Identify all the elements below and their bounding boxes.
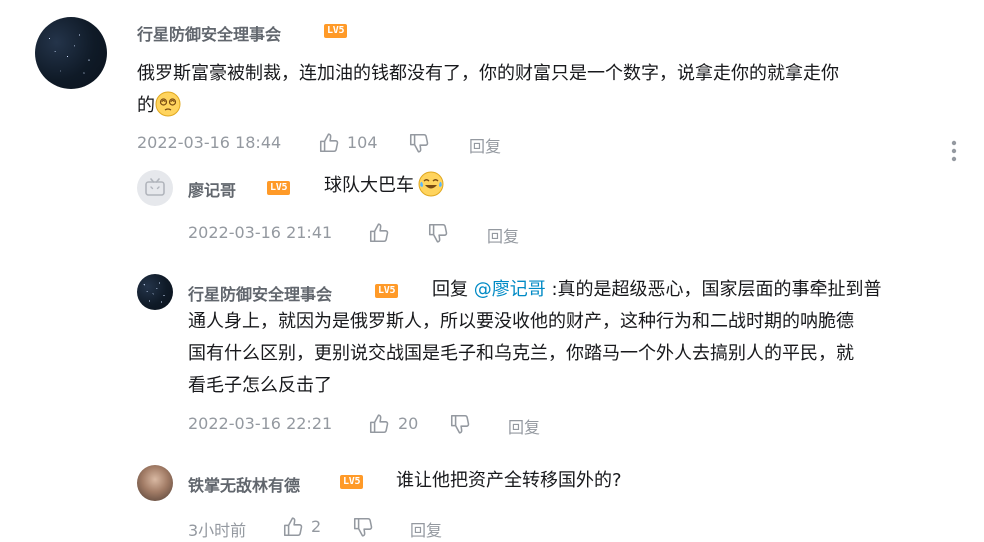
thumbs-down-icon[interactable] <box>352 516 374 538</box>
comment-line: 俄罗斯富豪被制裁，连加油的钱都没有了，你的财富只是一个数字，说拿走你的就拿走你 <box>137 63 839 84</box>
laughing-tears-icon <box>418 171 444 197</box>
reply-text: 球队大巴车 <box>324 170 444 202</box>
comment-line-text: 的 <box>137 95 155 116</box>
like-count: 20 <box>398 414 419 433</box>
thumbs-up-icon[interactable] <box>282 516 304 538</box>
username[interactable]: 廖记哥 <box>188 177 236 201</box>
more-options-icon[interactable] <box>950 139 958 163</box>
reply-prefix: 回复 <box>432 279 468 300</box>
thumbs-up-icon[interactable] <box>368 413 390 435</box>
comment-time: 2022-03-16 21:41 <box>188 223 333 242</box>
avatar[interactable] <box>35 17 107 89</box>
level-badge: LV5 <box>324 24 348 38</box>
like-count: 2 <box>311 517 322 536</box>
comment-time: 2022-03-16 18:44 <box>137 133 282 152</box>
level-badge: LV5 <box>340 475 364 489</box>
reply-button[interactable]: 回复 <box>410 517 442 541</box>
reply-line: 回复 @廖记哥 :真的是超级恶心，国家层面的事牵扯到普 <box>188 274 978 306</box>
tv-icon <box>145 178 165 196</box>
comment-text: 俄罗斯富豪被制裁，连加油的钱都没有了，你的财富只是一个数字，说拿走你的就拿走你 … <box>137 58 967 122</box>
reply-text: 谁让他把资产全转移国外的? <box>396 470 622 491</box>
avatar[interactable] <box>137 465 173 501</box>
level-badge: LV5 <box>267 181 291 195</box>
reply-button[interactable]: 回复 <box>487 223 519 247</box>
comment-time: 2022-03-16 22:21 <box>188 414 333 433</box>
thumbs-down-icon[interactable] <box>408 132 430 154</box>
like-count: 104 <box>347 133 378 152</box>
reply-line: 国有什么区别，更别说交战国是毛子和乌克兰，你踏马一个外人去搞别人的平民，就 <box>188 343 854 364</box>
reply-line-text: :真的是超级恶心，国家层面的事牵扯到普 <box>551 279 882 300</box>
mention-link[interactable]: @廖记哥 <box>474 279 546 300</box>
reply-text: 回复 @廖记哥 :真的是超级恶心，国家层面的事牵扯到普 通人身上，就因为是俄罗斯… <box>188 274 978 402</box>
thumbs-up-icon[interactable] <box>318 132 340 154</box>
reply-line: 看毛子怎么反击了 <box>188 375 332 396</box>
comment-time: 3小时前 <box>188 521 247 540</box>
thumbs-down-icon[interactable] <box>449 413 471 435</box>
thumbs-down-icon[interactable] <box>427 222 449 244</box>
reply-text-content: 球队大巴车 <box>324 175 414 196</box>
username[interactable]: 铁掌无敌林有德 <box>188 472 300 496</box>
thumbs-up-icon[interactable] <box>368 222 390 244</box>
comment-line: 的 <box>137 90 967 122</box>
reply-button[interactable]: 回复 <box>469 133 501 157</box>
reply-button[interactable]: 回复 <box>508 414 540 438</box>
dizzy-face-icon <box>155 91 181 117</box>
reply-line: 通人身上，就因为是俄罗斯人，所以要没收他的财产，这种行为和二战时期的呐脆德 <box>188 311 854 332</box>
avatar[interactable] <box>137 170 173 206</box>
username[interactable]: 行星防御安全理事会 <box>137 21 281 45</box>
avatar[interactable] <box>137 274 173 310</box>
